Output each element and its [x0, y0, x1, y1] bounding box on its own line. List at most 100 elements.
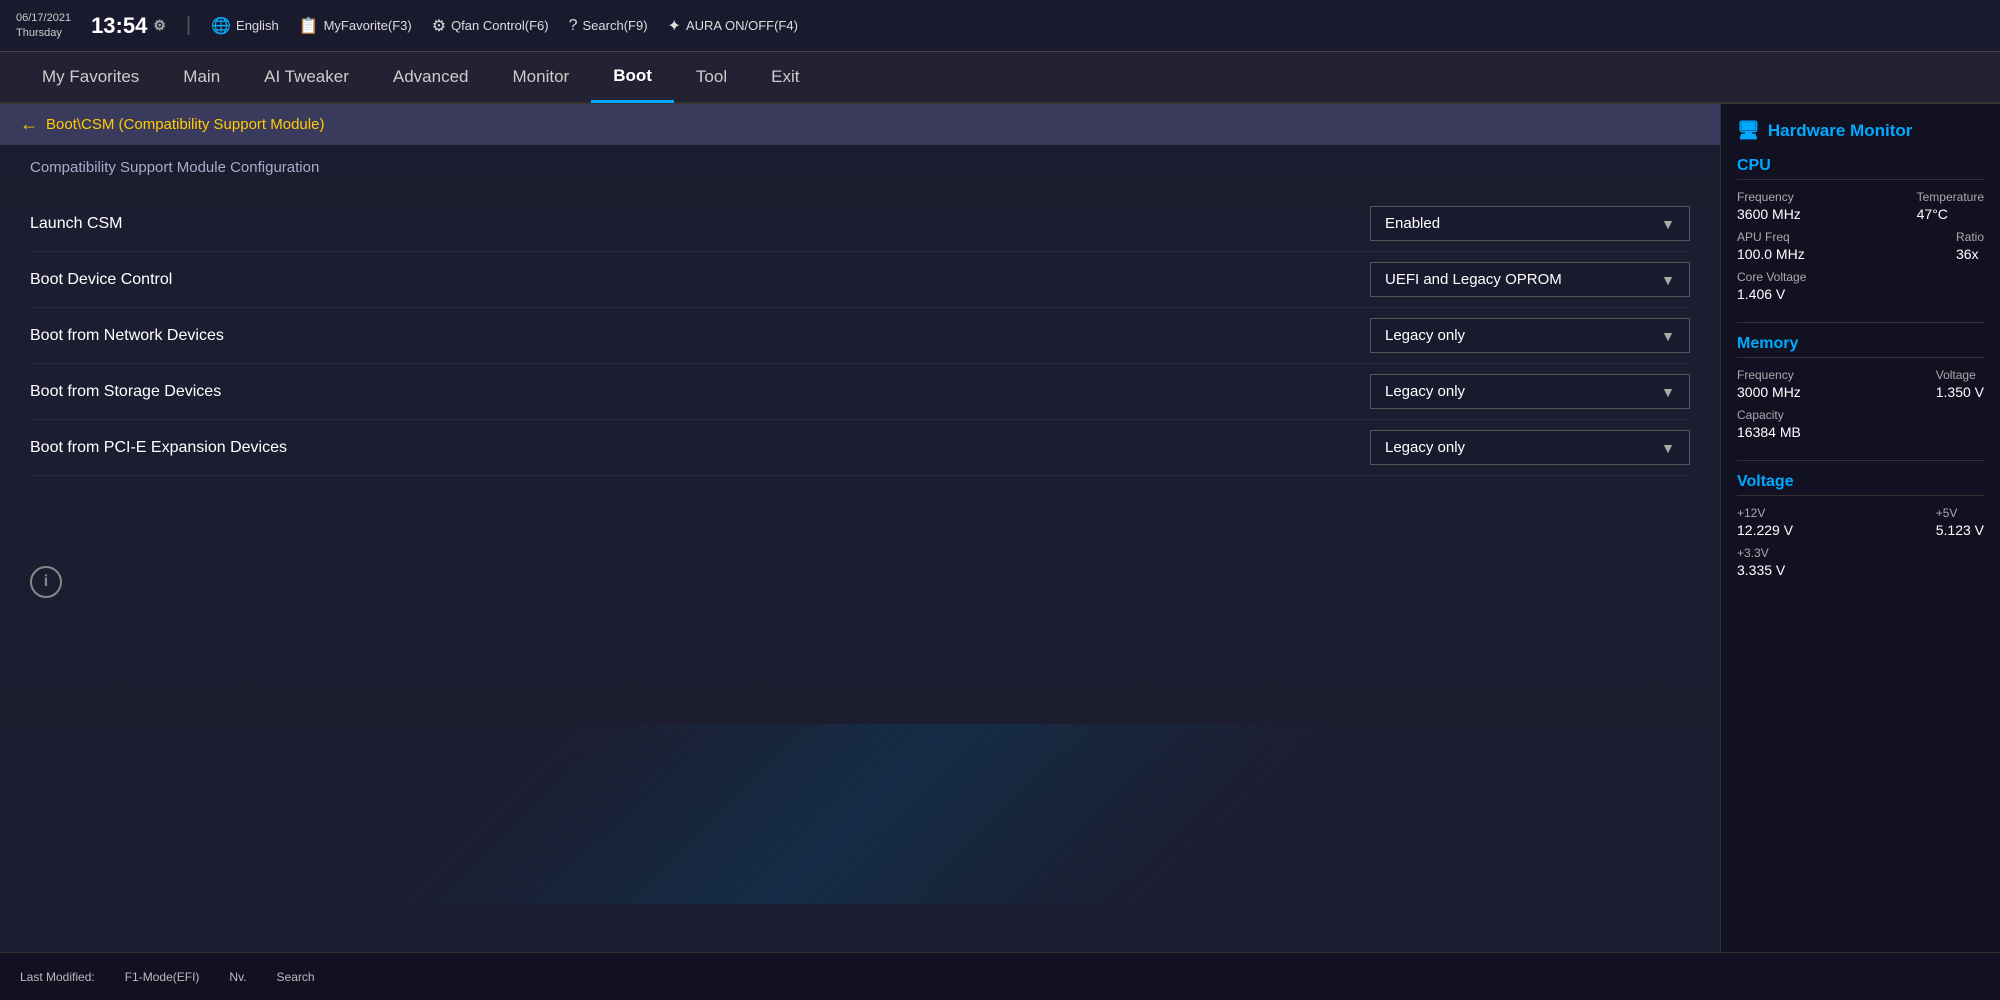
boot-device-control-chevron-icon: ▼	[1661, 272, 1675, 288]
cpu-section-title: CPU	[1737, 157, 1984, 180]
ratio-value: 36x	[1956, 246, 1984, 262]
language-item[interactable]: 🌐 English	[211, 16, 279, 36]
last-modified-label: Last Modified:	[20, 970, 95, 984]
time-text: 13:54	[91, 13, 147, 39]
breadcrumb-path: Boot\CSM (Compatibility Support Module)	[46, 116, 324, 133]
info-area: i	[0, 546, 1720, 618]
language-label: English	[236, 18, 279, 33]
boot-from-pcie-value: Legacy only	[1385, 439, 1465, 456]
cpu-section: CPU Frequency 3600 MHz Temperature 47°C …	[1737, 157, 1984, 302]
main-content: ← Boot\CSM (Compatibility Support Module…	[0, 104, 1720, 952]
mem-capacity-value: 16384 MB	[1737, 424, 1801, 440]
info-icon: i	[30, 566, 62, 598]
boot-from-pcie-chevron-icon: ▼	[1661, 440, 1675, 456]
mem-voltage-label: Voltage	[1936, 368, 1984, 382]
launch-csm-label: Launch CSM	[30, 215, 1370, 233]
cpu-freq-temp-row: Frequency 3600 MHz Temperature 47°C	[1737, 190, 1984, 222]
settings-gear-icon[interactable]: ⚙	[153, 17, 166, 34]
aura-icon: ✦	[668, 16, 681, 36]
v33-col: +3.3V 3.335 V	[1737, 546, 1785, 578]
search-bottom-label: Search	[277, 970, 315, 984]
myfavorite-icon: 📋	[299, 16, 319, 36]
qfan-item[interactable]: ⚙ Qfan Control(F6)	[432, 16, 549, 36]
cpu-temp-col: Temperature 47°C	[1917, 190, 1984, 222]
v33-row: +3.3V 3.335 V	[1737, 546, 1984, 578]
v33-value: 3.335 V	[1737, 562, 1785, 578]
cpu-voltage-row: Core Voltage 1.406 V	[1737, 270, 1984, 302]
aura-item[interactable]: ✦ AURA ON/OFF(F4)	[668, 16, 798, 36]
boot-from-pcie-label: Boot from PCI-E Expansion Devices	[30, 439, 1370, 457]
setting-row-boot-from-pcie: Boot from PCI-E Expansion Devices Legacy…	[30, 420, 1690, 476]
core-voltage-value: 1.406 V	[1737, 286, 1806, 302]
launch-csm-value: Enabled	[1385, 215, 1440, 232]
memory-section-title: Memory	[1737, 335, 1984, 358]
search-item[interactable]: ? Search(F9)	[569, 17, 648, 35]
v12-v5-row: +12V 12.229 V +5V 5.123 V	[1737, 506, 1984, 538]
ratio-col: Ratio 36x	[1956, 230, 1984, 262]
v5-col: +5V 5.123 V	[1936, 506, 1984, 538]
hardware-monitor-title: 🖥 Hardware Monitor	[1737, 120, 1984, 141]
datetime-block: 06/17/2021 Thursday	[16, 11, 71, 40]
cpu-frequency-label: Frequency	[1737, 190, 1801, 204]
nav-main[interactable]: Main	[161, 53, 242, 101]
breadcrumb[interactable]: ← Boot\CSM (Compatibility Support Module…	[0, 104, 1720, 145]
language-icon: 🌐	[211, 16, 231, 36]
mem-capacity-row: Capacity 16384 MB	[1737, 408, 1984, 440]
search-bottom-item[interactable]: Search	[277, 970, 315, 984]
ratio-label: Ratio	[1956, 230, 1984, 244]
f1-mode-item[interactable]: F1-Mode(EFI)	[125, 970, 200, 984]
boot-device-control-dropdown[interactable]: UEFI and Legacy OPROM ▼	[1370, 262, 1690, 297]
mem-capacity-col: Capacity 16384 MB	[1737, 408, 1801, 440]
mem-frequency-col: Frequency 3000 MHz	[1737, 368, 1801, 400]
qfan-label: Qfan Control(F6)	[451, 18, 549, 33]
bottom-bar: Last Modified: F1-Mode(EFI) Nv. Search	[0, 952, 2000, 1000]
mem-voltage-value: 1.350 V	[1936, 384, 1984, 400]
launch-csm-chevron-icon: ▼	[1661, 216, 1675, 232]
nav-tool[interactable]: Tool	[674, 53, 749, 101]
voltage-section: Voltage +12V 12.229 V +5V 5.123 V +3.3V …	[1737, 473, 1984, 578]
nav-bar: My Favorites Main AI Tweaker Advanced Mo…	[0, 52, 2000, 104]
nav-exit[interactable]: Exit	[749, 53, 821, 101]
nv-item: Nv.	[229, 970, 246, 984]
launch-csm-dropdown[interactable]: Enabled ▼	[1370, 206, 1690, 241]
boot-from-pcie-dropdown[interactable]: Legacy only ▼	[1370, 430, 1690, 465]
cpu-apu-ratio-row: APU Freq 100.0 MHz Ratio 36x	[1737, 230, 1984, 262]
boot-from-storage-chevron-icon: ▼	[1661, 384, 1675, 400]
nav-boot[interactable]: Boot	[591, 52, 674, 103]
top-bar: 06/17/2021 Thursday 13:54 ⚙ | 🌐 English …	[0, 0, 2000, 52]
nav-monitor[interactable]: Monitor	[491, 53, 592, 101]
mem-freq-voltage-row: Frequency 3000 MHz Voltage 1.350 V	[1737, 368, 1984, 400]
divider: |	[186, 14, 191, 37]
nav-advanced[interactable]: Advanced	[371, 53, 491, 101]
qfan-icon: ⚙	[432, 16, 446, 36]
cpu-frequency-col: Frequency 3600 MHz	[1737, 190, 1801, 222]
time-display: 13:54 ⚙	[91, 13, 166, 39]
mem-frequency-label: Frequency	[1737, 368, 1801, 382]
aura-label: AURA ON/OFF(F4)	[686, 18, 798, 33]
cpu-temp-label: Temperature	[1917, 190, 1984, 204]
breadcrumb-arrow-icon: ←	[20, 114, 38, 135]
boot-from-network-label: Boot from Network Devices	[30, 327, 1370, 345]
setting-row-boot-device-control: Boot Device Control UEFI and Legacy OPRO…	[30, 252, 1690, 308]
mem-capacity-label: Capacity	[1737, 408, 1801, 422]
boot-from-network-chevron-icon: ▼	[1661, 328, 1675, 344]
bg-decoration	[0, 724, 1720, 904]
voltage-section-title: Voltage	[1737, 473, 1984, 496]
boot-from-storage-dropdown[interactable]: Legacy only ▼	[1370, 374, 1690, 409]
nav-my-favorites[interactable]: My Favorites	[20, 53, 161, 101]
myfavorite-item[interactable]: 📋 MyFavorite(F3)	[299, 16, 412, 36]
setting-row-launch-csm: Launch CSM Enabled ▼	[30, 196, 1690, 252]
boot-from-storage-value: Legacy only	[1385, 383, 1465, 400]
v5-value: 5.123 V	[1936, 522, 1984, 538]
nav-ai-tweaker[interactable]: AI Tweaker	[242, 53, 371, 101]
v33-label: +3.3V	[1737, 546, 1785, 560]
core-voltage-label: Core Voltage	[1737, 270, 1806, 284]
search-icon: ?	[569, 17, 578, 35]
apu-freq-col: APU Freq 100.0 MHz	[1737, 230, 1805, 262]
v12-label: +12V	[1737, 506, 1793, 520]
monitor-icon: 🖥	[1737, 120, 1760, 141]
cpu-frequency-value: 3600 MHz	[1737, 206, 1801, 222]
cpu-temp-value: 47°C	[1917, 206, 1984, 222]
boot-from-network-dropdown[interactable]: Legacy only ▼	[1370, 318, 1690, 353]
cpu-memory-divider	[1737, 322, 1984, 323]
